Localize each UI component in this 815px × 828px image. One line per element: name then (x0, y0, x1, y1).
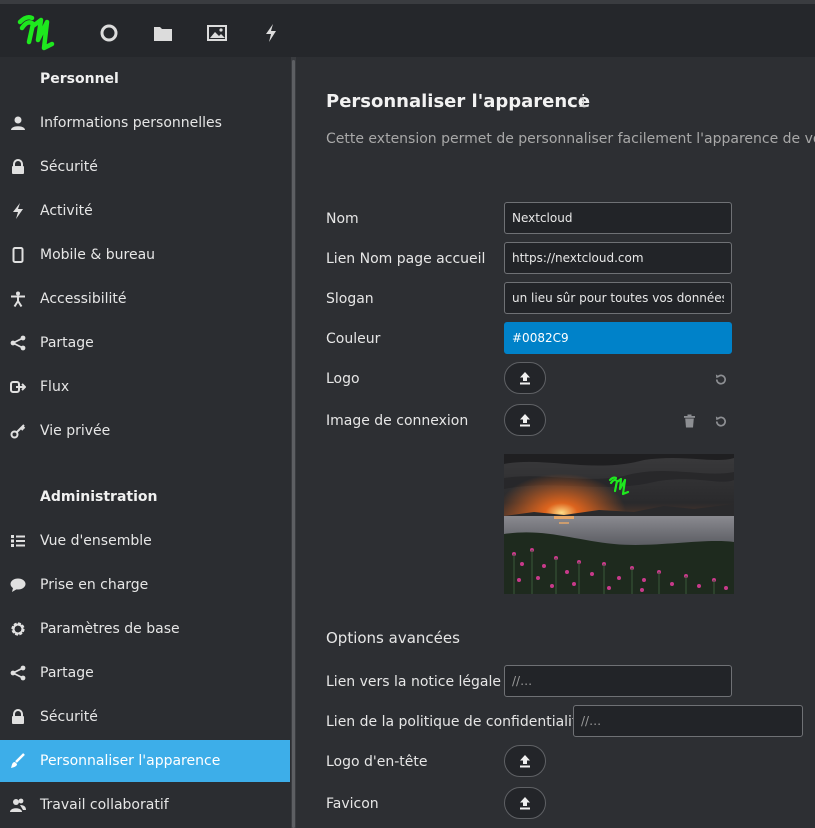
slogan-label: Slogan (326, 291, 374, 307)
trash-icon (683, 414, 695, 428)
sidebar-item-flow[interactable]: Flux (0, 367, 291, 407)
share-icon (9, 334, 27, 352)
advanced-options-heading: Options avancées (326, 629, 460, 647)
phone-icon (9, 246, 27, 264)
sidebar-item-activity[interactable]: Activité (0, 191, 291, 231)
lightning-icon (9, 202, 27, 220)
color-label: Couleur (326, 331, 381, 347)
logo-reset-button[interactable] (712, 371, 728, 387)
undo-icon (715, 373, 726, 385)
accessibility-icon (9, 290, 27, 308)
sidebar-item-label: Mobile & bureau (40, 247, 156, 263)
list-icon (9, 532, 27, 550)
undo-icon (715, 415, 726, 427)
sidebar-item-label: Partage (40, 665, 94, 681)
sidebar-item-label: Flux (40, 379, 70, 395)
theming-settings-panel: Personnaliser l'apparence i Cette extens… (296, 57, 815, 828)
sidebar-item-overview[interactable]: Vue d'ensemble (0, 521, 291, 561)
paint-brush-icon (9, 752, 27, 770)
login-background-preview (504, 454, 734, 594)
app-menu (94, 18, 310, 48)
sidebar-item-label: Accessibilité (40, 291, 127, 307)
sidebar-item-label: Vue d'ensemble (40, 533, 152, 549)
login-image-reset-button[interactable] (712, 413, 728, 429)
login-image-delete-button[interactable] (681, 413, 697, 429)
sidebar-item-label: Sécurité (40, 709, 98, 725)
color-picker-field[interactable] (504, 322, 732, 354)
header-logo-upload-button[interactable] (504, 745, 546, 777)
group-icon (9, 796, 27, 814)
sidebar-item-admin-security[interactable]: Sécurité (0, 697, 291, 737)
upload-icon (520, 797, 530, 810)
upload-icon (520, 755, 530, 768)
sidebar-item-label: Personnaliser l'apparence (40, 753, 221, 769)
settings-sidebar: Personnel Informations personnelles Sécu… (0, 57, 291, 828)
dashboard-icon[interactable] (94, 18, 124, 48)
slogan-field[interactable] (504, 282, 732, 314)
sidebar-item-basic-settings[interactable]: Paramètres de base (0, 609, 291, 649)
sidebar-item-groupware[interactable]: Travail collaboratif (0, 785, 291, 825)
sidebar-item-admin-sharing[interactable]: Partage (0, 653, 291, 693)
logo-label: Logo (326, 371, 360, 387)
lock-icon (9, 158, 27, 176)
name-label: Nom (326, 211, 359, 227)
sidebar-item-accessibility[interactable]: Accessibilité (0, 279, 291, 319)
section-heading-administration: Administration (40, 489, 158, 505)
sidebar-item-label: Paramètres de base (40, 621, 180, 637)
user-icon (9, 114, 27, 132)
sidebar-item-privacy[interactable]: Vie privée (0, 411, 291, 451)
sidebar-item-security[interactable]: Sécurité (0, 147, 291, 187)
name-field[interactable] (504, 202, 732, 234)
legal-notice-field[interactable] (504, 665, 732, 697)
logo-upload-button[interactable] (504, 362, 546, 394)
photos-icon[interactable] (202, 18, 232, 48)
favicon-label: Favicon (326, 796, 379, 812)
app-logo[interactable] (16, 12, 60, 56)
url-field[interactable] (504, 242, 732, 274)
legal-notice-label: Lien vers la notice légale (326, 674, 501, 690)
sidebar-item-label: Sécurité (40, 159, 98, 175)
sidebar-item-personal-info[interactable]: Informations personnelles (0, 103, 291, 143)
privacy-policy-field[interactable] (573, 705, 803, 737)
header-bar (0, 0, 815, 57)
share-icon (9, 664, 27, 682)
upload-icon (520, 414, 530, 427)
sidebar-item-label: Prise en charge (40, 577, 149, 593)
lock-icon (9, 708, 27, 726)
sidebar-item-label: Activité (40, 203, 93, 219)
page-title: Personnaliser l'apparence (326, 91, 591, 112)
sidebar-item-mobile-desktop[interactable]: Mobile & bureau (0, 235, 291, 275)
files-icon[interactable] (148, 18, 178, 48)
sidebar-item-sharing[interactable]: Partage (0, 323, 291, 363)
header-logo-label: Logo d'en-tête (326, 754, 428, 770)
sidebar-item-label: Informations personnelles (40, 115, 222, 131)
sidebar-item-label: Partage (40, 335, 94, 351)
chat-bubble-icon (9, 576, 27, 594)
sidebar-item-support[interactable]: Prise en charge (0, 565, 291, 605)
key-icon (9, 422, 27, 440)
sidebar-item-label: Vie privée (40, 423, 111, 439)
section-description: Cette extension permet de personnaliser … (326, 131, 815, 147)
sidebar-item-theming[interactable]: Personnaliser l'apparence (0, 740, 290, 782)
privacy-policy-label: Lien de la politique de confidentialité (326, 714, 587, 730)
login-image-upload-button[interactable] (504, 404, 546, 436)
activity-icon[interactable] (256, 18, 286, 48)
sidebar-scrollbar-thumb[interactable] (292, 60, 295, 828)
favicon-upload-button[interactable] (504, 787, 546, 819)
upload-icon (520, 372, 530, 385)
info-icon[interactable]: i (578, 92, 588, 112)
url-label: Lien Nom page accueil (326, 251, 486, 267)
sidebar-item-label: Travail collaboratif (40, 797, 169, 813)
flow-icon (9, 378, 27, 396)
gear-icon (9, 620, 27, 638)
login-image-label: Image de connexion (326, 413, 469, 429)
section-heading-personal: Personnel (40, 71, 119, 87)
